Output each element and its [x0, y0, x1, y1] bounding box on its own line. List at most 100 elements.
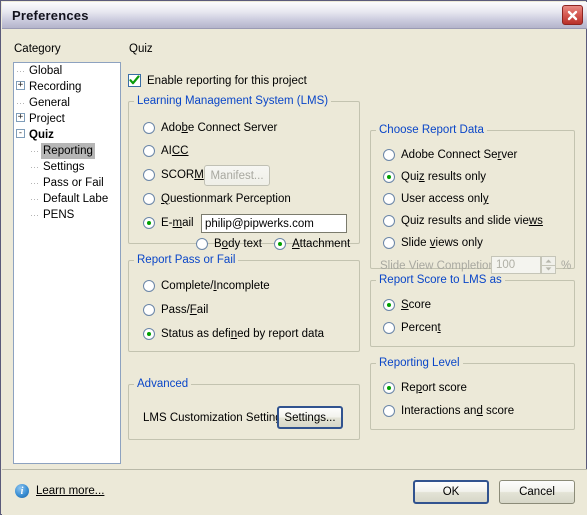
radio-icon[interactable]: [383, 237, 395, 249]
reporting-level-group: Reporting Level Report score Interaction…: [370, 357, 575, 430]
tree-line: ···: [30, 194, 39, 204]
sidebar-item-default-labe[interactable]: ··· Default Labe: [14, 191, 120, 207]
info-icon: i: [15, 484, 29, 498]
score-as-group: Report Score to LMS as Score Percent: [370, 274, 575, 347]
radio-icon[interactable]: [383, 322, 395, 334]
radio-rd-slide-views-only[interactable]: Slide views only: [383, 237, 483, 249]
radio-label: Pass/Fail: [161, 304, 209, 316]
sidebar-item-label: Settings: [43, 161, 85, 173]
radio-label: Score: [401, 299, 432, 311]
category-label: Category: [14, 43, 61, 55]
radio-score[interactable]: Score: [383, 299, 431, 311]
radio-label: Status as defined by report data: [161, 328, 325, 340]
radio-report-score[interactable]: Report score: [383, 382, 467, 394]
sidebar-item-pens[interactable]: ··· PENS: [14, 207, 120, 223]
ok-button[interactable]: OK: [413, 480, 489, 504]
preferences-dialog: Preferences Category Quiz ··· Global + Reco…: [0, 0, 587, 515]
sidebar-item-global[interactable]: ··· Global: [14, 63, 120, 79]
close-icon[interactable]: [562, 5, 583, 25]
slide-view-completion-value[interactable]: 100: [491, 256, 541, 274]
checkbox-box[interactable]: [128, 74, 141, 87]
collapse-icon[interactable]: -: [16, 129, 25, 139]
radio-email-attachment[interactable]: Attachment: [274, 238, 350, 250]
radio-interactions-and-score[interactable]: Interactions and score: [383, 405, 514, 417]
page-title: Quiz: [129, 43, 153, 55]
radio-icon[interactable]: [383, 193, 395, 205]
slide-view-completion-stepper[interactable]: 100: [491, 256, 556, 274]
radio-pf-complete-incomplete[interactable]: Complete/Incomplete: [143, 280, 270, 292]
sidebar-item-label: Quiz: [29, 129, 54, 141]
tree-line: ···: [16, 66, 25, 76]
stepper-up-icon[interactable]: [541, 256, 556, 265]
sidebar-item-label: Default Labe: [43, 193, 109, 205]
radio-icon[interactable]: [383, 171, 395, 183]
sidebar-item-recording[interactable]: + Recording: [14, 79, 120, 95]
radio-icon[interactable]: [383, 299, 395, 311]
advanced-group: Advanced LMS Customization Settings Sett…: [128, 378, 360, 440]
radio-icon[interactable]: [143, 280, 155, 292]
radio-percent[interactable]: Percent: [383, 322, 441, 334]
radio-lms-scorm[interactable]: SCORM: [143, 169, 204, 181]
radio-rd-quiz-and-slide-views[interactable]: Quiz results and slide views: [383, 215, 543, 227]
category-tree[interactable]: ··· Global + Recording ··· General + Project - Qu…: [13, 62, 121, 464]
radio-rd-user-access-only[interactable]: User access only: [383, 193, 489, 205]
settings-button[interactable]: Settings...: [277, 406, 343, 429]
radio-icon[interactable]: [143, 217, 155, 229]
tree-line: ···: [30, 210, 39, 220]
expand-icon[interactable]: +: [16, 81, 25, 91]
radio-icon[interactable]: [383, 149, 395, 161]
sidebar-item-project[interactable]: + Project: [14, 111, 120, 127]
radio-icon[interactable]: [383, 405, 395, 417]
radio-lms-adobe-connect[interactable]: Adobe Connect Server: [143, 122, 277, 134]
enable-reporting-checkbox[interactable]: Enable reporting for this project: [128, 74, 307, 87]
radio-icon[interactable]: [143, 122, 155, 134]
radio-label: Attachment: [292, 238, 351, 250]
reporting-level-legend: Reporting Level: [379, 357, 460, 369]
radio-rd-adobe-connect[interactable]: Adobe Connect Server: [383, 149, 517, 161]
radio-label: Quiz results and slide views: [401, 215, 543, 227]
radio-label: Body text: [214, 238, 262, 250]
score-as-legend: Report Score to LMS as: [379, 274, 502, 286]
radio-pf-status-report-data[interactable]: Status as defined by report data: [143, 328, 324, 340]
radio-icon[interactable]: [274, 238, 286, 250]
radio-email-body-text[interactable]: Body text: [196, 238, 262, 250]
sidebar-item-reporting[interactable]: ··· Reporting: [14, 143, 120, 159]
manifest-button[interactable]: Manifest...: [204, 165, 270, 186]
radio-icon[interactable]: [143, 328, 155, 340]
radio-icon[interactable]: [196, 238, 208, 250]
stepper-down-icon[interactable]: [541, 264, 556, 274]
radio-lms-aicc[interactable]: AICC: [143, 145, 189, 157]
sidebar-item-label: Global: [29, 65, 63, 77]
radio-pf-pass-fail[interactable]: Pass/Fail: [143, 304, 208, 316]
cancel-button[interactable]: Cancel: [499, 480, 575, 504]
expand-icon[interactable]: +: [16, 113, 25, 123]
sidebar-item-settings[interactable]: ··· Settings: [14, 159, 120, 175]
radio-label: Adobe Connect Server: [161, 122, 278, 134]
sidebar-item-label: Project: [29, 113, 65, 125]
radio-label: User access only: [401, 193, 489, 205]
radio-lms-questionmark[interactable]: Questionmark Perception: [143, 193, 291, 205]
sidebar-item-general[interactable]: ··· General: [14, 95, 120, 111]
radio-icon[interactable]: [383, 215, 395, 227]
email-field[interactable]: philip@pipwerks.com: [201, 214, 347, 233]
radio-icon[interactable]: [143, 193, 155, 205]
sidebar-item-pass-or-fail[interactable]: ··· Pass or Fail: [14, 175, 120, 191]
sidebar-item-label: PENS: [43, 209, 75, 221]
learn-more-label: Learn more...: [36, 485, 105, 497]
radio-label: Questionmark Perception: [161, 193, 291, 205]
radio-rd-quiz-results-only[interactable]: Quiz results only: [383, 171, 486, 183]
radio-label: Quiz results only: [401, 171, 487, 183]
radio-lms-email[interactable]: E-mail: [143, 217, 194, 229]
sidebar-item-label: Reporting: [41, 143, 95, 159]
radio-label: SCORM: [161, 169, 204, 181]
sidebar-item-quiz[interactable]: - Quiz: [14, 127, 120, 143]
report-data-group: Choose Report Data Adobe Connect Server …: [370, 124, 575, 274]
sidebar-item-label: General: [29, 97, 70, 109]
radio-icon[interactable]: [143, 145, 155, 157]
learn-more-link[interactable]: i Learn more...: [15, 484, 104, 498]
tree-line: ···: [30, 146, 39, 156]
radio-icon[interactable]: [143, 304, 155, 316]
radio-icon[interactable]: [383, 382, 395, 394]
radio-icon[interactable]: [143, 169, 155, 181]
advanced-legend: Advanced: [137, 378, 189, 390]
